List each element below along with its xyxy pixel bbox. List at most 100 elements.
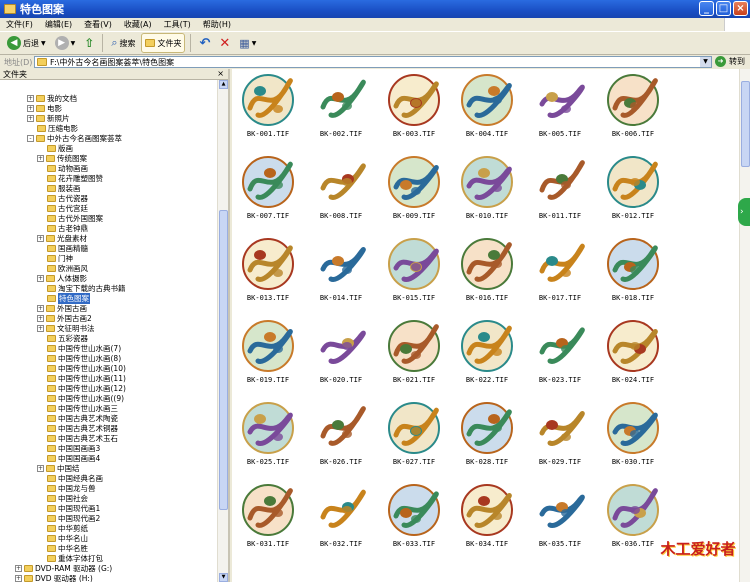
file-thumbnail[interactable]: BK-014.TIF: [311, 235, 371, 307]
menu-favorites[interactable]: 收藏(A): [124, 19, 152, 30]
file-thumbnail[interactable]: BK-017.TIF: [530, 235, 590, 307]
tree-item[interactable]: 国画精髓: [47, 243, 88, 253]
tree-item[interactable]: + 外国古画: [37, 303, 87, 313]
menu-view[interactable]: 查看(V): [84, 19, 112, 30]
tree-item[interactable]: 中国现代画1: [47, 503, 100, 513]
file-thumbnail[interactable]: BK-023.TIF: [530, 317, 590, 389]
file-thumbnail[interactable]: BK-024.TIF: [603, 317, 663, 389]
tree-item[interactable]: 压缩电影: [37, 123, 78, 133]
file-thumbnail[interactable]: BK-012.TIF: [603, 153, 663, 225]
tree-item[interactable]: 中国传世山水画(7): [47, 343, 121, 353]
tree-item[interactable]: 中国经典名画: [47, 473, 103, 483]
expand-icon[interactable]: +: [37, 314, 44, 322]
undo-button[interactable]: ↶: [196, 33, 213, 53]
file-thumbnail[interactable]: BK-013.TIF: [238, 235, 298, 307]
file-thumbnail[interactable]: BK-002.TIF: [311, 71, 371, 143]
tree-item[interactable]: 中国传世山水画(11): [47, 373, 126, 383]
file-thumbnail[interactable]: BK-001.TIF: [238, 71, 298, 143]
scroll-down-icon[interactable]: ▼: [219, 573, 228, 582]
scroll-thumb[interactable]: [219, 210, 228, 510]
tree-item[interactable]: 古代瓷器: [47, 193, 88, 203]
title-bar[interactable]: 特色图案 _ □ ×: [0, 0, 750, 18]
tree-item[interactable]: + 文征明书法: [37, 323, 95, 333]
expand-icon[interactable]: +: [27, 114, 34, 122]
expand-icon[interactable]: +: [27, 104, 34, 112]
file-thumbnail[interactable]: BK-020.TIF: [311, 317, 371, 389]
file-thumbnail[interactable]: BK-008.TIF: [311, 153, 371, 225]
menu-file[interactable]: 文件(F): [6, 19, 33, 30]
file-thumbnail[interactable]: BK-030.TIF: [603, 399, 663, 471]
file-thumbnail[interactable]: BK-033.TIF: [384, 481, 444, 553]
tree-item[interactable]: 中国国画画3: [47, 443, 100, 453]
tree-item[interactable]: 中国社会: [47, 493, 88, 503]
file-thumbnail[interactable]: BK-003.TIF: [384, 71, 444, 143]
expand-icon[interactable]: +: [37, 304, 44, 312]
file-thumbnail[interactable]: BK-028.TIF: [457, 399, 517, 471]
expand-icon[interactable]: +: [37, 324, 44, 332]
tree-item[interactable]: 门神: [47, 253, 73, 263]
file-thumbnail[interactable]: BK-026.TIF: [311, 399, 371, 471]
tree-item[interactable]: + 光盘素材: [37, 233, 87, 243]
go-button[interactable]: ➜ 转到: [715, 56, 745, 67]
file-thumbnail[interactable]: BK-006.TIF: [603, 71, 663, 143]
menu-help[interactable]: 帮助(H): [203, 19, 231, 30]
address-input[interactable]: F:\中外古今名画图案荟萃\特色图案 ▼: [34, 56, 712, 68]
expand-icon[interactable]: +: [37, 464, 44, 472]
file-thumbnail[interactable]: BK-029.TIF: [530, 399, 590, 471]
expand-icon[interactable]: +: [37, 154, 44, 162]
tree-item[interactable]: 服装画: [47, 183, 81, 193]
expand-icon[interactable]: +: [15, 574, 22, 582]
tree-item[interactable]: + 电影: [27, 103, 62, 113]
scroll-thumb[interactable]: [741, 81, 750, 167]
tree-item[interactable]: + 外国古画2: [37, 313, 92, 323]
expand-icon[interactable]: +: [15, 564, 22, 572]
file-thumbnail[interactable]: BK-005.TIF: [530, 71, 590, 143]
tree-item[interactable]: + 人体摄影: [37, 273, 87, 283]
close-button[interactable]: ×: [733, 1, 748, 16]
views-button[interactable]: ▦ ▼: [236, 33, 259, 53]
delete-button[interactable]: ✕: [216, 33, 233, 53]
collapse-icon[interactable]: -: [27, 134, 34, 142]
tree-item[interactable]: 重体字体打包: [47, 553, 103, 563]
tree-item[interactable]: + DVD 驱动器 (H:): [15, 573, 93, 582]
address-dropdown-icon[interactable]: ▼: [700, 57, 711, 67]
tree-item[interactable]: + 我的文档: [27, 93, 77, 103]
tree-item[interactable]: 古代外国图案: [47, 213, 103, 223]
tree-item[interactable]: 古老钟鼎: [47, 223, 88, 233]
forward-button[interactable]: ▶ ▼: [52, 33, 79, 53]
tree-item[interactable]: - 中外古今名画图案荟萃: [27, 133, 122, 143]
menu-edit[interactable]: 编辑(E): [45, 19, 72, 30]
tree-item[interactable]: + 传统图案: [37, 153, 87, 163]
tree-item[interactable]: 中华名胜: [47, 543, 88, 553]
tree-item[interactable]: 中国现代画2: [47, 513, 100, 523]
tree-item[interactable]: 版画: [47, 143, 73, 153]
tree-item[interactable]: 五彩瓷器: [47, 333, 88, 343]
folders-button[interactable]: 文件夹: [141, 33, 186, 53]
tree-item[interactable]: 中国古典艺术玉石: [47, 433, 118, 443]
tree-item[interactable]: + DVD-RAM 驱动器 (G:): [15, 563, 112, 573]
file-thumbnail[interactable]: BK-015.TIF: [384, 235, 444, 307]
tree-item[interactable]: 中国古典艺术陶瓷: [47, 413, 118, 423]
file-thumbnail[interactable]: BK-022.TIF: [457, 317, 517, 389]
tree-item[interactable]: + 新照片: [27, 113, 70, 123]
tree-item[interactable]: 中国传世山水画三: [47, 403, 118, 413]
file-thumbnail[interactable]: BK-021.TIF: [384, 317, 444, 389]
file-thumbnail[interactable]: BK-009.TIF: [384, 153, 444, 225]
tree-item[interactable]: 动物画画: [47, 163, 88, 173]
tree-item[interactable]: 中国传世山水画(12): [47, 383, 126, 393]
file-thumbnail[interactable]: BK-032.TIF: [311, 481, 371, 553]
file-thumbnail[interactable]: BK-025.TIF: [238, 399, 298, 471]
file-thumbnail[interactable]: BK-031.TIF: [238, 481, 298, 553]
file-thumbnail[interactable]: BK-035.TIF: [530, 481, 590, 553]
tree-item[interactable]: 中华剪纸: [47, 523, 88, 533]
tree-item[interactable]: + 中国结: [37, 463, 80, 473]
file-thumbnail[interactable]: BK-010.TIF: [457, 153, 517, 225]
maximize-button[interactable]: □: [716, 1, 731, 16]
menu-tools[interactable]: 工具(T): [164, 19, 191, 30]
tree-item[interactable]: 中国古典艺术铜器: [47, 423, 118, 433]
side-expand-button[interactable]: ›: [738, 198, 750, 226]
file-thumbnail[interactable]: BK-027.TIF: [384, 399, 444, 471]
file-thumbnail[interactable]: BK-016.TIF: [457, 235, 517, 307]
tree-item[interactable]: 中国国画画4: [47, 453, 100, 463]
file-thumbnail[interactable]: BK-004.TIF: [457, 71, 517, 143]
